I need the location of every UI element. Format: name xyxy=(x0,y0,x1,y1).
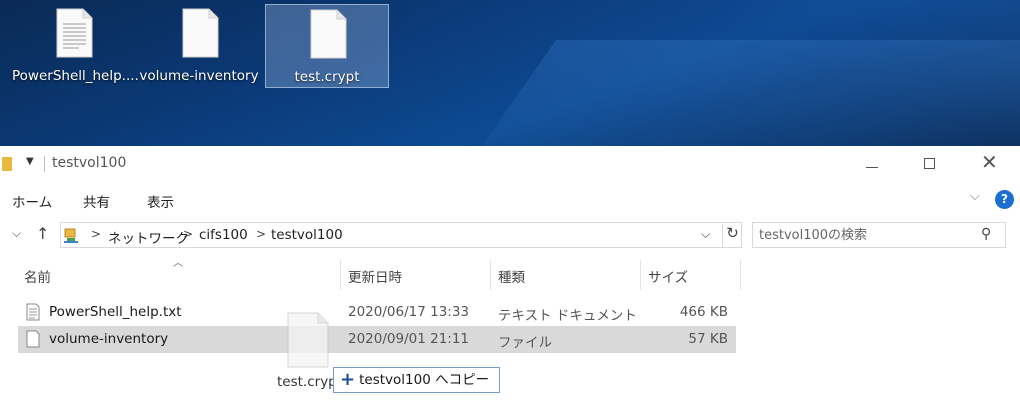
desktop-file-powershell-help[interactable]: PowerShell_help.... xyxy=(12,4,139,88)
tab-share[interactable]: 共有 xyxy=(83,191,110,211)
sort-ascending-icon: ︿ xyxy=(173,258,183,269)
text-file-icon xyxy=(26,303,40,321)
quick-access-dropdown-icon[interactable]: ▼ xyxy=(26,156,34,167)
refresh-icon[interactable]: ↻ xyxy=(722,224,742,247)
file-size: 57 KB xyxy=(688,331,728,347)
breadcrumb-separator-icon[interactable]: > xyxy=(183,227,193,241)
dragged-file-icon xyxy=(287,312,329,368)
column-type[interactable]: 種類 xyxy=(498,266,525,286)
minimize-icon xyxy=(866,167,878,168)
plus-icon: + xyxy=(340,369,356,390)
network-icon xyxy=(64,228,78,243)
title-bar[interactable]: ▼ testvol100 ✕ xyxy=(0,146,1020,182)
column-divider[interactable] xyxy=(640,260,641,290)
breadcrumb-cifs100[interactable]: cifs100 xyxy=(199,227,248,243)
close-button[interactable]: ✕ xyxy=(959,146,1017,182)
ribbon-expand-chevron-icon[interactable]: ⌵ xyxy=(970,189,980,204)
desktop-icon-label: volume-inventory xyxy=(139,68,259,84)
desktop-icon-label: test.crypt xyxy=(294,69,360,85)
column-divider[interactable] xyxy=(340,260,341,290)
breadcrumb-separator-icon[interactable]: > xyxy=(256,227,266,241)
file-type: ファイル xyxy=(498,335,552,351)
dragged-file-label: test.cryp xyxy=(277,374,333,390)
column-header: ︿ 名前 更新日時 種類 サイズ xyxy=(0,254,741,290)
column-name[interactable]: 名前 xyxy=(24,266,51,286)
search-input[interactable] xyxy=(759,226,969,244)
file-name: volume-inventory xyxy=(49,331,169,347)
file-type: テキスト ドキュメント xyxy=(498,308,637,324)
column-size[interactable]: サイズ xyxy=(648,266,688,286)
up-arrow-icon[interactable]: ↑ xyxy=(36,224,49,243)
breadcrumb-testvol100[interactable]: testvol100 xyxy=(271,227,343,243)
desktop-icon-label: PowerShell_help.... xyxy=(12,68,139,84)
title-separator xyxy=(44,156,45,172)
minimize-button[interactable] xyxy=(843,146,901,182)
column-date[interactable]: 更新日時 xyxy=(348,266,402,286)
file-name: PowerShell_help.txt xyxy=(49,304,182,320)
blank-file-icon xyxy=(310,9,347,59)
desktop-file-test-crypt[interactable]: test.crypt xyxy=(265,4,389,88)
folder-icon xyxy=(2,157,12,171)
table-row[interactable]: PowerShell_help.txt 2020/06/17 13:33 テキス… xyxy=(18,299,736,326)
breadcrumb-separator-icon[interactable]: > xyxy=(91,227,101,241)
help-icon[interactable]: ? xyxy=(995,190,1014,209)
breadcrumb-network[interactable]: ネットワーク xyxy=(108,227,189,247)
recent-locations-chevron-icon[interactable]: ⌵ xyxy=(12,226,21,241)
address-dropdown-icon[interactable]: ⌵ xyxy=(701,227,710,242)
table-row[interactable]: volume-inventory 2020/09/01 21:11 ファイル 5… xyxy=(18,326,736,353)
drop-tooltip-text: testvol100 へコピー xyxy=(359,372,490,388)
file-date: 2020/09/01 21:11 xyxy=(348,331,470,347)
document-icon xyxy=(56,8,93,58)
search-icon[interactable]: ⚲ xyxy=(981,226,991,242)
tab-home[interactable]: ホーム xyxy=(12,191,52,211)
blank-file-icon xyxy=(26,330,40,348)
tab-view[interactable]: 表示 xyxy=(147,191,174,211)
search-box[interactable]: ⚲ xyxy=(752,222,1006,248)
explorer-window: ▼ testvol100 ✕ ホーム 共有 表示 ⌵ ? ⌵ ↑ > ネットワー… xyxy=(0,146,1020,403)
desktop-file-volume-inventory[interactable]: volume-inventory xyxy=(138,4,260,88)
maximize-icon xyxy=(924,158,935,169)
address-bar[interactable]: > ネットワーク > cifs100 > testvol100 ⌵ ↻ xyxy=(60,222,742,248)
file-date: 2020/06/17 13:33 xyxy=(348,304,470,320)
maximize-button[interactable] xyxy=(901,146,959,182)
file-size: 466 KB xyxy=(679,304,728,320)
navigation-bar: ⌵ ↑ > ネットワーク > cifs100 > testvol100 ⌵ ↻ … xyxy=(0,221,1020,251)
close-icon: ✕ xyxy=(981,150,998,174)
column-divider[interactable] xyxy=(490,260,491,290)
blank-file-icon xyxy=(182,8,219,58)
desktop: PowerShell_help.... volume-inventory tes… xyxy=(0,0,1020,146)
drop-copy-tooltip: + testvol100 へコピー xyxy=(333,367,501,393)
column-divider[interactable] xyxy=(740,260,741,290)
window-title: testvol100 xyxy=(52,155,127,171)
ribbon: ホーム 共有 表示 ⌵ ? xyxy=(0,184,1020,214)
